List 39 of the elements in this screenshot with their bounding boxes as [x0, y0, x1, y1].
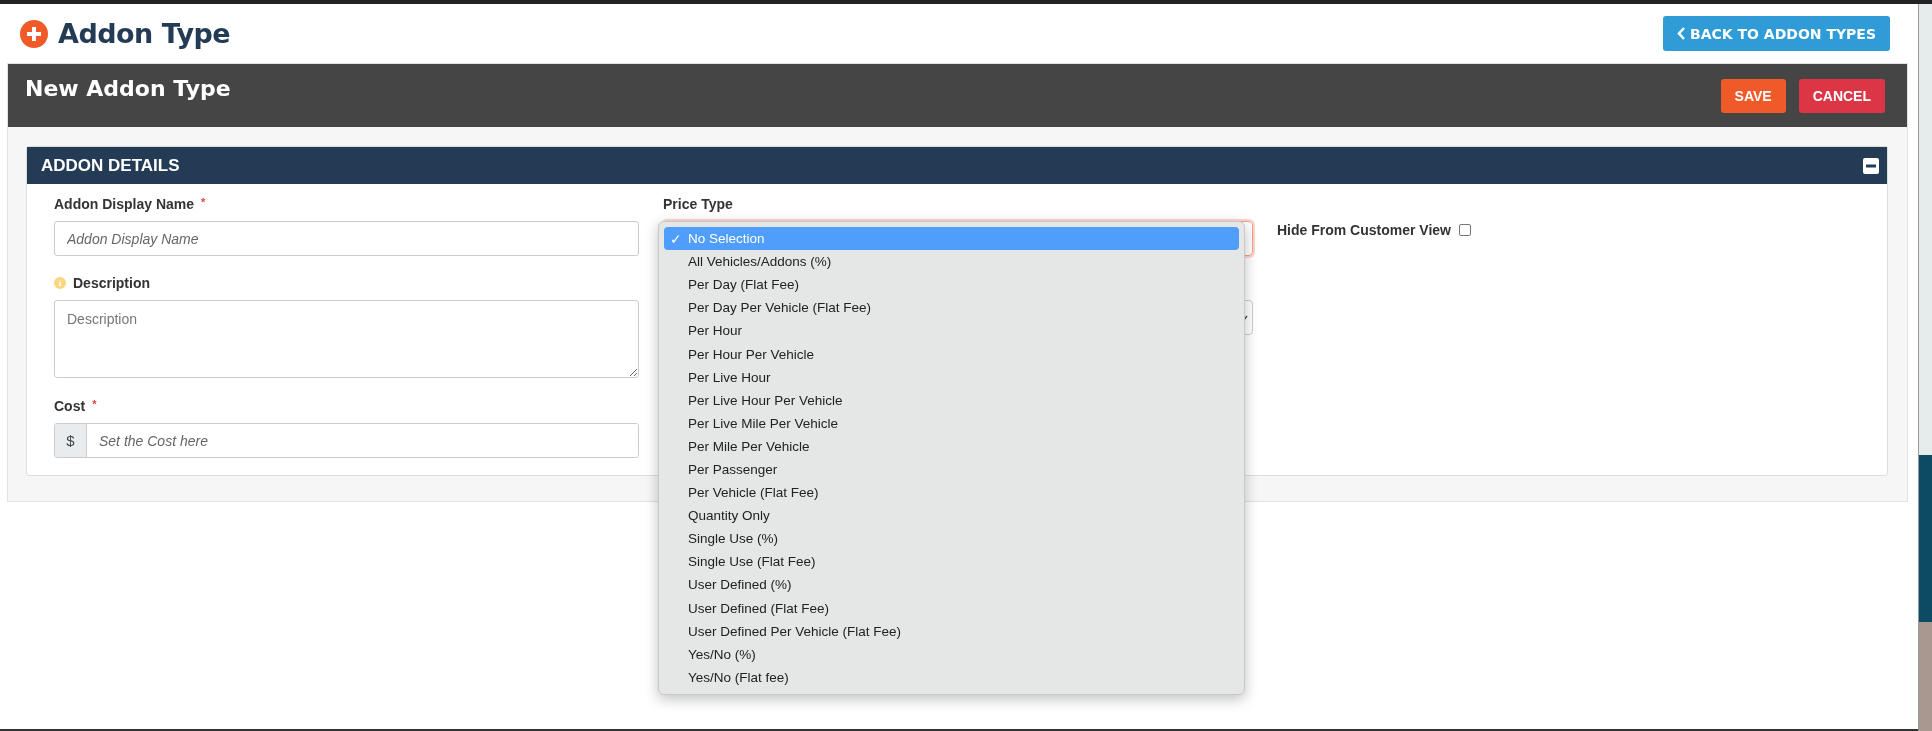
dropdown-option[interactable]: Yes/No (%): [664, 642, 1239, 666]
dropdown-option[interactable]: Per Hour Per Vehicle: [664, 342, 1239, 366]
section-title: ADDON DETAILS: [41, 155, 180, 176]
dropdown-option[interactable]: Per Live Hour: [664, 365, 1239, 389]
checkbox-label: Hide From Customer View: [1277, 222, 1451, 238]
dropdown-option[interactable]: Per Live Hour Per Vehicle: [664, 388, 1239, 412]
description-field[interactable]: Description: [54, 300, 639, 378]
dropdown-option[interactable]: User Defined (%): [664, 573, 1239, 597]
field-label: Addon Display Name: [54, 196, 195, 212]
dropdown-option[interactable]: Per Day (Flat Fee): [664, 273, 1239, 297]
field-label: Description: [73, 275, 150, 291]
dropdown-option[interactable]: Per Hour: [664, 319, 1239, 343]
field-label: Cost: [54, 398, 86, 414]
dropdown-option[interactable]: Per Mile Per Vehicle: [664, 434, 1239, 458]
required-mark: *: [201, 196, 206, 208]
dropdown-option[interactable]: User Defined Per Vehicle (Flat Fee): [664, 619, 1239, 643]
field-label: Price Type: [663, 196, 733, 212]
cost-field[interactable]: $ Set the Cost here: [54, 423, 639, 458]
plus-circle-icon: [20, 19, 48, 48]
display-name-field[interactable]: Addon Display Name: [54, 221, 639, 256]
collapse-icon[interactable]: [1863, 157, 1879, 174]
dropdown-option[interactable]: User Defined (Flat Fee): [664, 596, 1239, 620]
info-icon: [54, 277, 66, 289]
dropdown-option[interactable]: Yes/No (Flat fee): [664, 665, 1239, 689]
dropdown-option[interactable]: Per Day Per Vehicle (Flat Fee): [664, 296, 1239, 320]
page-title: Addon Type: [58, 18, 231, 49]
dropdown-option[interactable]: Per Passenger: [664, 457, 1239, 482]
dropdown-option[interactable]: Quantity Only: [664, 504, 1239, 528]
required-mark: *: [92, 398, 97, 410]
form-title: New Addon Type: [25, 76, 231, 101]
checkbox[interactable]: [1459, 224, 1471, 236]
dropdown-option[interactable]: Single Use (Flat Fee): [664, 550, 1239, 574]
currency-prefix: $: [55, 424, 87, 457]
cancel-button[interactable]: CANCEL: [1798, 79, 1885, 113]
dropdown-option[interactable]: Per Live Mile Per Vehicle: [664, 411, 1239, 435]
dropdown-option[interactable]: Single Use (%): [664, 527, 1239, 551]
chevron-left-icon: [1677, 27, 1686, 40]
dropdown-option[interactable]: Per Vehicle (Flat Fee): [664, 481, 1239, 505]
dropdown-option[interactable]: All Vehicles/Addons (%): [664, 250, 1239, 274]
